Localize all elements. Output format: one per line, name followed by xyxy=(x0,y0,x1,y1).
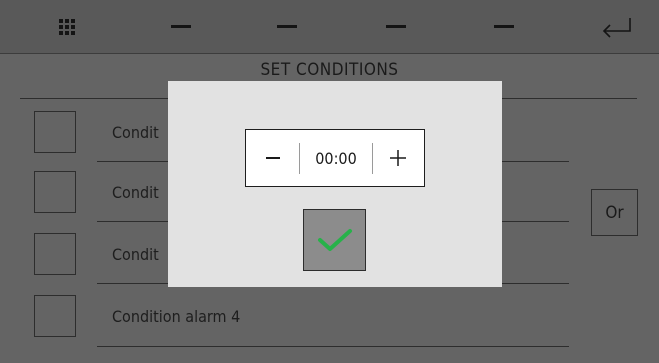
increment-button[interactable] xyxy=(372,130,424,186)
grid-menu-icon[interactable] xyxy=(52,0,82,53)
time-dialog: 00:00 xyxy=(168,81,502,287)
condition-checkbox-3[interactable] xyxy=(34,233,76,275)
condition-checkbox-2[interactable] xyxy=(34,171,76,213)
minus-icon xyxy=(266,157,280,159)
dash-icon xyxy=(277,25,297,28)
condition-label-1: Condit xyxy=(112,123,159,142)
top-bar xyxy=(0,0,659,54)
nav-dash-1[interactable] xyxy=(166,0,196,53)
condition-checkbox-4[interactable] xyxy=(34,295,76,337)
nav-dash-3[interactable] xyxy=(381,0,411,53)
dash-icon xyxy=(494,25,514,28)
condition-checkbox-1[interactable] xyxy=(34,111,76,153)
logic-or-button[interactable]: Or xyxy=(591,189,638,236)
plus-icon xyxy=(390,150,406,166)
confirm-button[interactable] xyxy=(303,209,366,271)
condition-label-3: Condit xyxy=(112,245,159,264)
row-divider xyxy=(97,346,569,347)
return-arrow-icon xyxy=(602,17,631,38)
decrement-button[interactable] xyxy=(246,130,300,186)
back-button[interactable] xyxy=(596,0,636,53)
dash-icon xyxy=(386,25,406,28)
nav-dash-4[interactable] xyxy=(489,0,519,53)
nav-dash-2[interactable] xyxy=(272,0,302,53)
condition-label-2: Condit xyxy=(112,183,159,202)
time-stepper: 00:00 xyxy=(245,129,425,187)
grid-icon xyxy=(59,18,75,35)
condition-label-4: Condition alarm 4 xyxy=(112,307,241,326)
dash-icon xyxy=(171,25,191,28)
checkmark-icon xyxy=(317,229,352,251)
page-title: SET CONDITIONS xyxy=(260,60,399,80)
time-value[interactable]: 00:00 xyxy=(300,130,372,186)
